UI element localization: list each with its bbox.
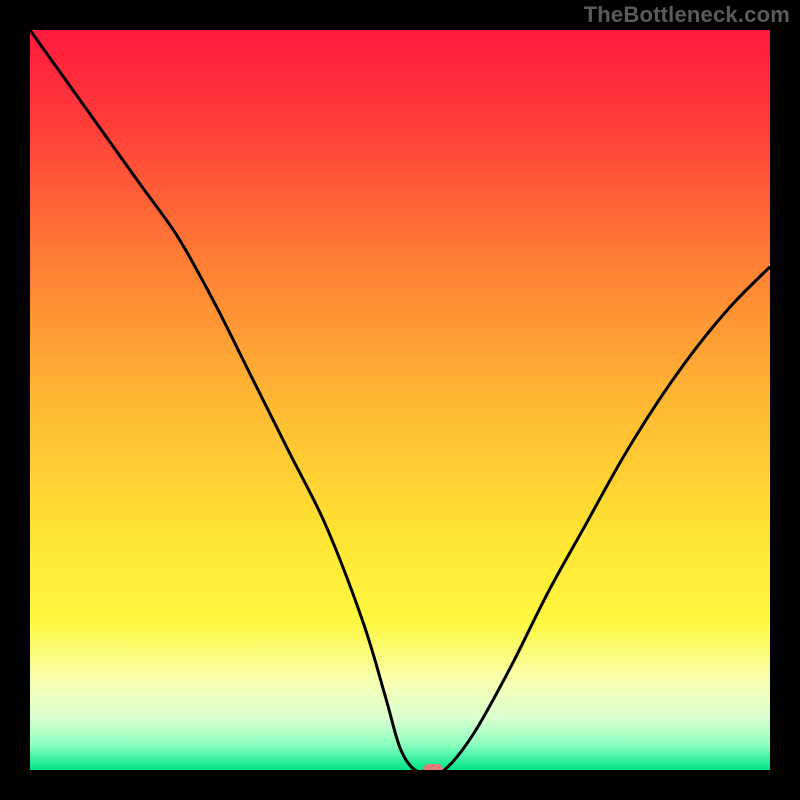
chart-frame: TheBottleneck.com bbox=[0, 0, 800, 800]
plot-area bbox=[30, 30, 770, 770]
bottleneck-curve bbox=[30, 30, 770, 770]
watermark-label: TheBottleneck.com bbox=[584, 2, 790, 28]
optimal-point-marker bbox=[423, 764, 443, 770]
